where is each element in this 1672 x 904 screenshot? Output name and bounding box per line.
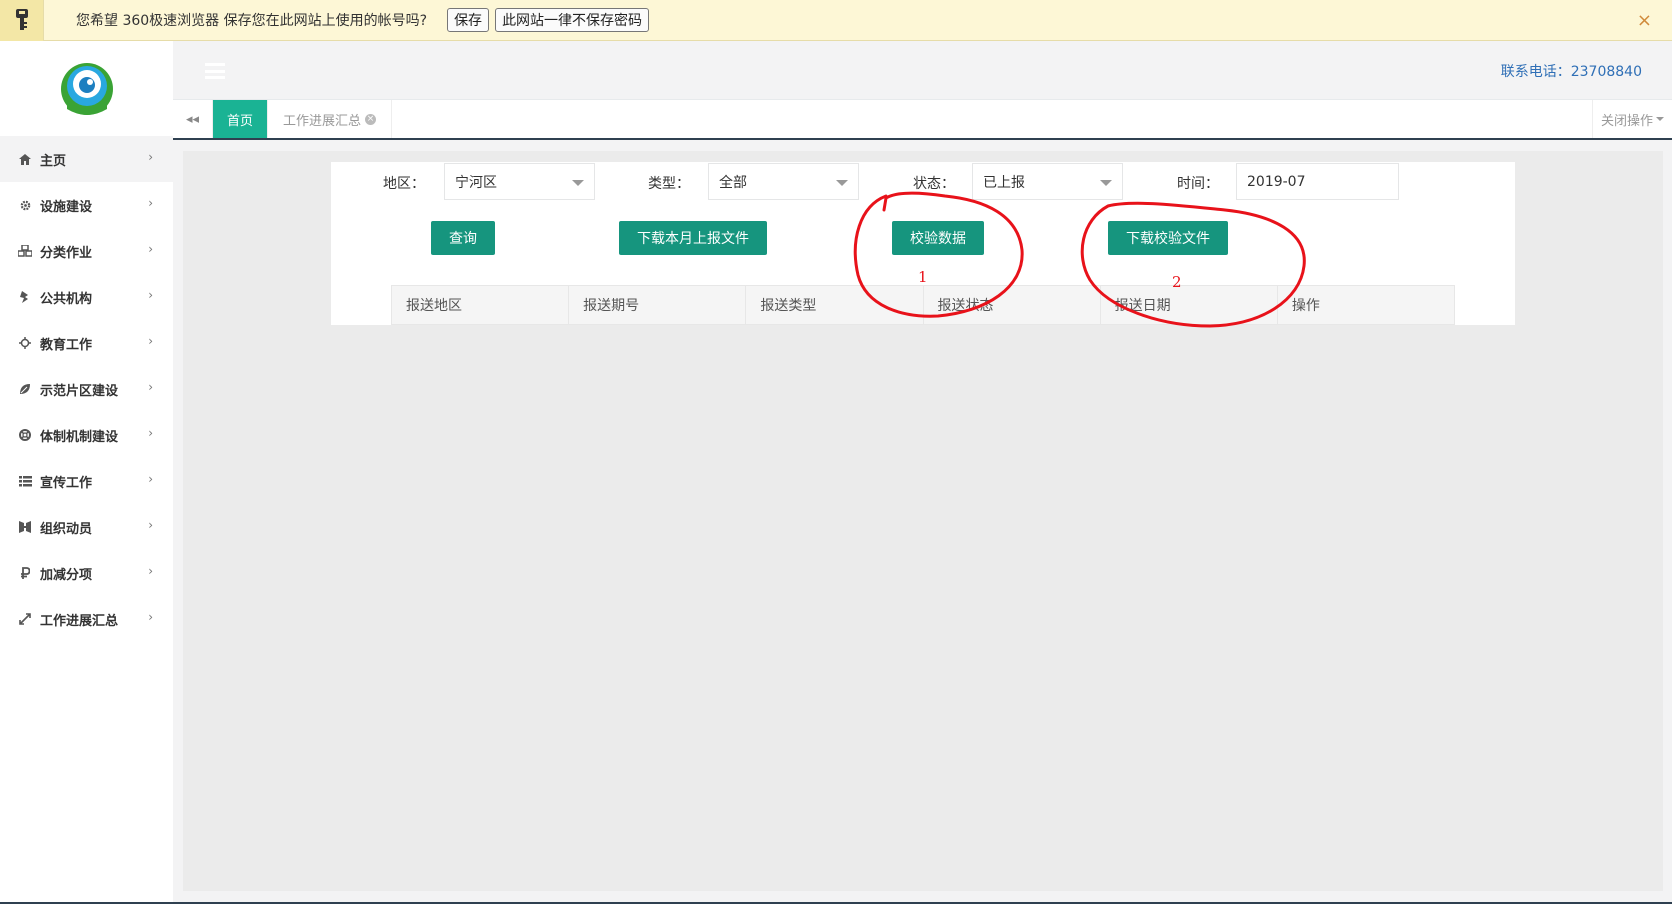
chevron-right-icon: › (148, 380, 153, 394)
sidebar-item-publicity[interactable]: 宣传工作 › (0, 458, 173, 504)
type-select-value: 全部 (719, 174, 747, 191)
chevron-right-icon: › (148, 472, 153, 486)
column-header[interactable]: 报送状态 (924, 286, 1101, 324)
region-label: 地区： (383, 176, 425, 192)
sidebar-item-label: 公共机构 (40, 291, 93, 307)
query-button[interactable]: 查询 (431, 221, 495, 255)
leaf-icon (18, 382, 32, 396)
save-password-button[interactable]: 保存 (447, 8, 490, 32)
cubes-icon (18, 244, 32, 258)
expand-icon (18, 612, 32, 626)
sidebar-item-label: 设施建设 (40, 199, 93, 215)
main-content: 地区： 宁河区 类型： 全部 状态： 已上报 时间： 2019-07 查询 下载… (183, 151, 1663, 891)
logo-icon (60, 62, 113, 115)
close-icon[interactable]: × (1637, 10, 1652, 31)
sidebar-item-label: 分类作业 (40, 245, 93, 261)
logo (0, 41, 173, 136)
chevron-right-icon: › (148, 334, 153, 348)
column-header[interactable]: 报送日期 (1101, 286, 1278, 324)
tab-home[interactable]: 首页 (213, 100, 269, 138)
sidebar-item-label: 工作进展汇总 (40, 613, 119, 629)
sidebar-item-education[interactable]: 教育工作 › (0, 320, 173, 366)
time-input[interactable]: 2019-07 (1236, 163, 1399, 200)
region-select[interactable]: 宁河区 (444, 163, 595, 200)
time-input-value: 2019-07 (1247, 173, 1306, 190)
sidebar-item-score-adjust[interactable]: 加减分项 › (0, 550, 173, 596)
type-select[interactable]: 全部 (708, 163, 859, 200)
sidebar: 主页 › 设施建设 › 分类作业 › 公共机构 › 教育工作 › 示范片区建设 … (0, 41, 173, 904)
sidebar-item-public-institution[interactable]: 公共机构 › (0, 274, 173, 320)
column-header[interactable]: 报送期号 (569, 286, 747, 324)
sidebar-item-label: 宣传工作 (40, 475, 93, 491)
never-save-password-button[interactable]: 此网站一律不保存密码 (495, 8, 650, 32)
region-select-value: 宁河区 (455, 174, 497, 191)
gear-icon (18, 198, 32, 212)
list-icon (18, 474, 32, 488)
chevron-right-icon: › (148, 518, 153, 532)
time-label: 时间： (1177, 176, 1219, 192)
caret-down-icon (836, 180, 848, 186)
table-header: 报送地区 报送期号 报送类型 报送状态 报送日期 操作 (391, 285, 1455, 325)
ruble-icon (18, 566, 32, 580)
caret-down-icon (572, 180, 584, 186)
sidebar-item-label: 体制机制建设 (40, 429, 119, 445)
tabs-bar: ◂◂ 首页 工作进展汇总 × 关闭操作 (173, 100, 1672, 140)
chevron-right-icon: › (148, 242, 153, 256)
chevron-right-icon: › (148, 196, 153, 210)
type-label: 类型： (648, 176, 690, 192)
top-header: 联系电话：23708840 (173, 41, 1672, 100)
chevron-right-icon: › (148, 564, 153, 578)
download-monthly-file-button[interactable]: 下载本月上报文件 (619, 221, 767, 255)
sidebar-item-progress-summary[interactable]: 工作进展汇总 › (0, 596, 173, 642)
tab-progress-summary[interactable]: 工作进展汇总 × (268, 100, 393, 138)
caret-down-icon (1100, 180, 1112, 186)
chevron-right-icon: › (148, 610, 153, 624)
tab-label: 首页 (227, 113, 254, 129)
sidebar-item-label: 主页 (40, 153, 67, 169)
caret-down-icon (1656, 117, 1664, 121)
tab-label: 工作进展汇总 (283, 113, 362, 129)
filter-panel: 地区： 宁河区 类型： 全部 状态： 已上报 时间： 2019-07 查询 下载… (331, 162, 1515, 325)
sidebar-item-label: 教育工作 (40, 337, 93, 353)
close-operations-label: 关闭操作 (1600, 113, 1653, 129)
sidebar-item-home[interactable]: 主页 › (0, 136, 173, 182)
crosshair-icon (18, 336, 32, 350)
ticket-icon (18, 290, 32, 304)
password-bar-message: 您希望 360极速浏览器 保存您在此网站上使用的帐号吗? (76, 13, 428, 29)
chevron-right-icon: › (148, 288, 153, 302)
sidebar-item-mobilization[interactable]: 组织动员 › (0, 504, 173, 550)
chevron-right-icon: › (148, 426, 153, 440)
status-select[interactable]: 已上报 (972, 163, 1123, 200)
sidebar-item-demo-area[interactable]: 示范片区建设 › (0, 366, 173, 412)
tab-close-icon[interactable]: × (365, 113, 377, 125)
key-icon (0, 0, 44, 41)
chevron-right-icon: › (148, 150, 153, 164)
contact-phone: 联系电话：23708840 (1500, 64, 1642, 80)
status-label: 状态： (913, 176, 955, 192)
hamburger-menu-icon[interactable] (205, 63, 225, 79)
tabs-scroll-left-icon[interactable]: ◂◂ (173, 100, 213, 138)
verify-data-button[interactable]: 校验数据 (892, 221, 984, 255)
download-verify-file-button[interactable]: 下载校验文件 (1108, 221, 1228, 255)
lifebuoy-icon (18, 428, 32, 442)
sidebar-item-facility[interactable]: 设施建设 › (0, 182, 173, 228)
home-icon (18, 152, 32, 166)
sidebar-item-mechanism[interactable]: 体制机制建设 › (0, 412, 173, 458)
column-header[interactable]: 报送类型 (746, 286, 924, 324)
column-header[interactable]: 报送地区 (392, 286, 570, 324)
sidebar-item-label: 示范片区建设 (40, 383, 119, 399)
status-select-value: 已上报 (983, 174, 1025, 191)
sidebar-item-label: 加减分项 (40, 567, 93, 583)
password-save-bar: 您希望 360极速浏览器 保存您在此网站上使用的帐号吗? 保存 此网站一律不保存… (0, 0, 1672, 41)
close-operations-dropdown[interactable]: 关闭操作 (1592, 100, 1672, 138)
sidebar-item-sorting[interactable]: 分类作业 › (0, 228, 173, 274)
organization-icon (18, 520, 32, 534)
column-header[interactable]: 操作 (1278, 286, 1454, 324)
sidebar-item-label: 组织动员 (40, 521, 93, 537)
